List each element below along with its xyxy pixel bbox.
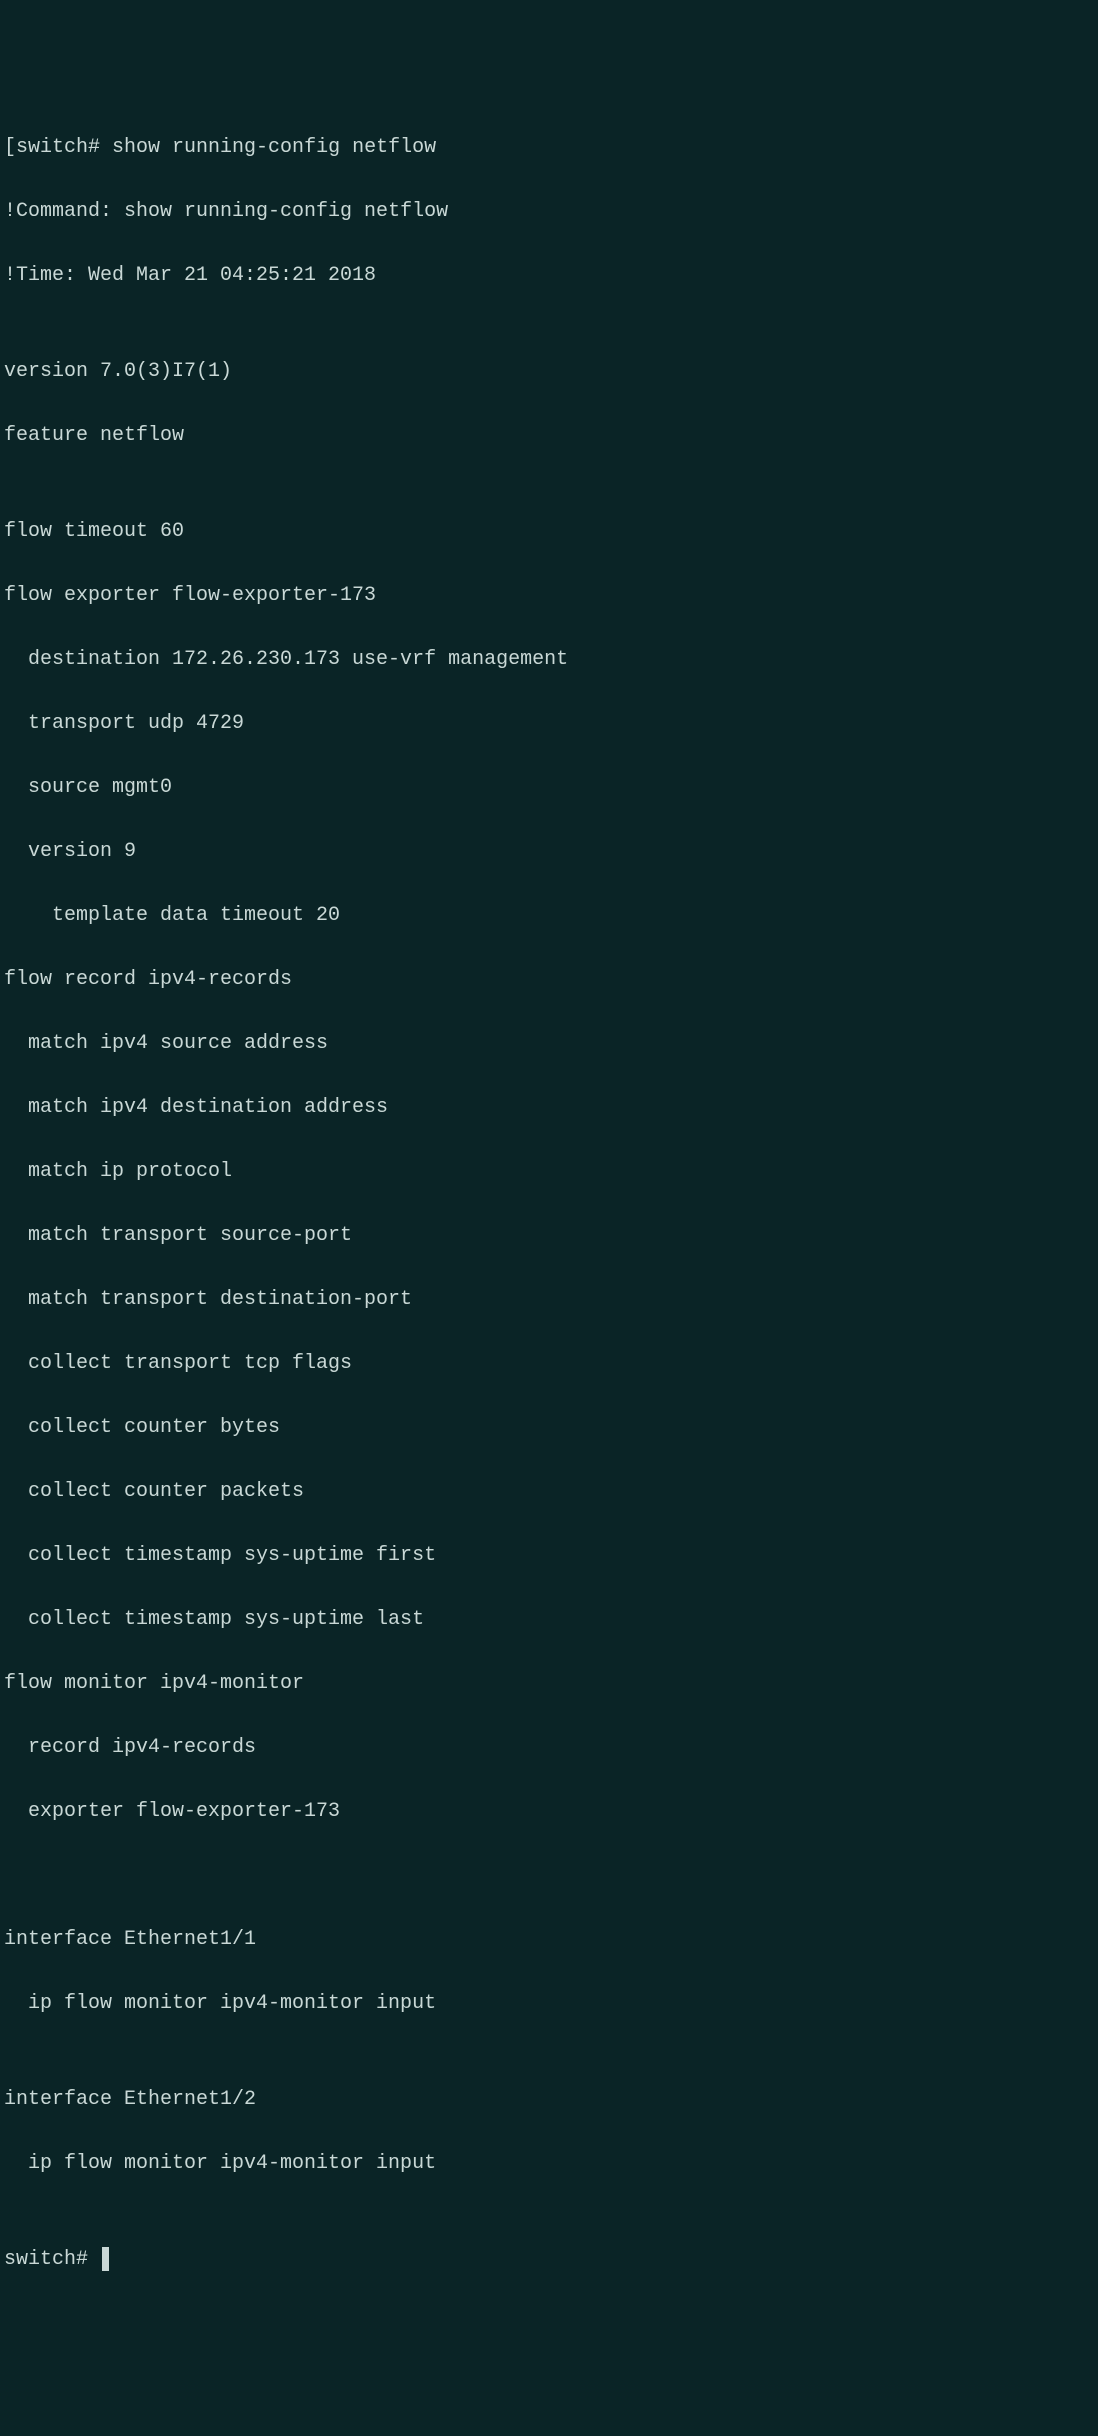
output-meta-time: !Time: Wed Mar 21 04:25:21 2018 (4, 260, 1098, 292)
output-record-collect: collect counter packets (4, 1476, 1098, 1508)
output-meta-command: !Command: show running-config netflow (4, 196, 1098, 228)
prompt-host: switch# (4, 2248, 100, 2271)
output-record-collect: collect transport tcp flags (4, 1348, 1098, 1380)
output-exporter-header: flow exporter flow-exporter-173 (4, 580, 1098, 612)
output-exporter-version: version 9 (4, 836, 1098, 868)
output-record-match: match ipv4 destination address (4, 1092, 1098, 1124)
output-record-match: match ip protocol (4, 1156, 1098, 1188)
prompt-bracket: [ (4, 136, 16, 159)
output-interface-header: interface Ethernet1/2 (4, 2084, 1098, 2116)
output-exporter-transport: transport udp 4729 (4, 708, 1098, 740)
output-interface-header: interface Ethernet1/1 (4, 1924, 1098, 1956)
output-record-header: flow record ipv4-records (4, 964, 1098, 996)
output-exporter-template: template data timeout 20 (4, 900, 1098, 932)
output-flow-timeout: flow timeout 60 (4, 516, 1098, 548)
output-record-match: match transport destination-port (4, 1284, 1098, 1316)
output-interface-monitor: ip flow monitor ipv4-monitor input (4, 2148, 1098, 2180)
command-prompt-line[interactable]: [switch# show running-config netflow (4, 136, 436, 159)
prompt-host: switch# (16, 136, 112, 159)
output-record-collect: collect timestamp sys-uptime last (4, 1604, 1098, 1636)
cursor-icon (102, 2247, 109, 2271)
output-monitor-record: record ipv4-records (4, 1732, 1098, 1764)
output-exporter-destination: destination 172.26.230.173 use-vrf manag… (4, 644, 1098, 676)
output-record-match: match ipv4 source address (4, 1028, 1098, 1060)
output-record-match: match transport source-port (4, 1220, 1098, 1252)
output-interface-monitor: ip flow monitor ipv4-monitor input (4, 1988, 1098, 2020)
output-record-collect: collect counter bytes (4, 1412, 1098, 1444)
output-version: version 7.0(3)I7(1) (4, 356, 1098, 388)
output-feature: feature netflow (4, 420, 1098, 452)
command-prompt-line[interactable]: switch# (4, 2244, 1098, 2276)
output-monitor-header: flow monitor ipv4-monitor (4, 1668, 1098, 1700)
output-record-collect: collect timestamp sys-uptime first (4, 1540, 1098, 1572)
entered-command: show running-config netflow (112, 136, 436, 159)
output-exporter-source: source mgmt0 (4, 772, 1098, 804)
output-monitor-exporter: exporter flow-exporter-173 (4, 1796, 1098, 1828)
